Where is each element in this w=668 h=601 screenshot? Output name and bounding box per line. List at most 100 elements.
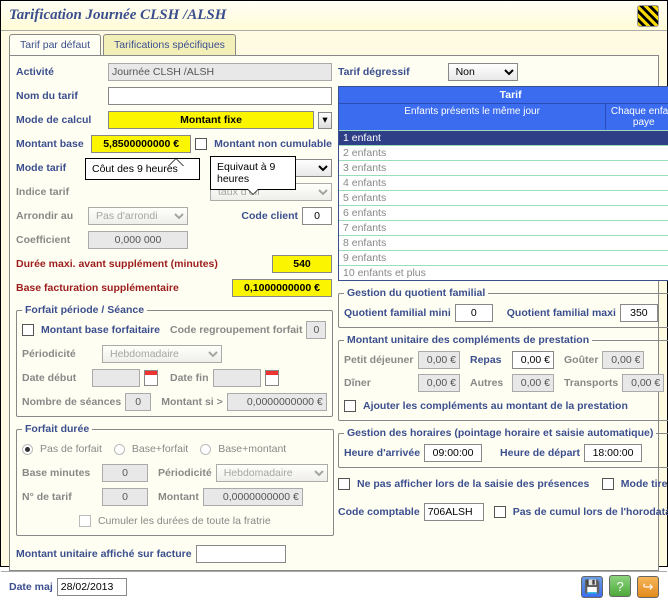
activite-label: Activité [16,66,104,78]
qf-min-label: Quotient familial mini [344,307,451,319]
mode-tirelire-checkbox[interactable] [602,478,614,490]
pas-cumul-label: Pas de cumul lors de l'horodatage [513,506,668,518]
radio-pas-forfait-label: Pas de forfait [40,443,102,455]
montant-base-label: Montant base [16,138,87,150]
radio-base-forfait [114,444,125,455]
autres-label: Autres [470,377,508,389]
date-fin-input [213,369,261,387]
montant-unit-fact-input[interactable] [196,545,286,563]
table-row[interactable]: 10 enfants et plus [339,265,668,280]
horaires-legend: Gestion des horaires (pointage horaire e… [344,427,656,439]
repas-input[interactable] [512,351,554,369]
diner-input [418,374,460,392]
table-row[interactable]: 6 enfants [339,205,668,220]
n-tarif-input [102,488,148,506]
base-fact-input[interactable] [232,279,332,297]
gouter-label: Goûter [564,354,598,366]
calendar-icon[interactable] [144,370,158,386]
table-row[interactable]: 3 enfants [339,160,668,175]
date-maj-input[interactable] [57,578,127,596]
page-title: Tarification Journée CLSH /ALSH [9,7,226,24]
non-cumulable-checkbox[interactable] [195,138,207,150]
degressif-select[interactable]: Non [448,63,518,81]
nb-seances-input [125,393,151,411]
radio-base-montant-label: Base+montant [218,443,286,455]
ajouter-label: Ajouter les compléments au montant de la… [363,400,628,412]
ne-pas-afficher-checkbox[interactable] [338,478,350,490]
table-row[interactable]: 1 enfant [339,130,668,145]
forfait-duree-legend: Forfait durée [22,423,92,435]
calendar-icon[interactable] [265,370,279,386]
montant-si-label: Montant si > [161,396,223,408]
date-fin-label: Date fin [170,372,209,384]
periodicite-select: Hebdomadaire [102,345,222,363]
arrondir-select: Pas d'arrondi [88,207,188,225]
duree-maxi-input[interactable] [272,255,332,273]
heure-arrivee-label: Heure d'arrivée [344,447,420,459]
periodicite2-label: Périodicité [158,467,212,479]
ajouter-checkbox[interactable] [344,400,356,412]
mode-calcul-select[interactable] [108,111,314,129]
cumuler-checkbox [79,515,91,527]
transports-label: Transports [564,377,618,389]
tarif-table-title: Tarif [339,87,668,104]
non-cumulable-label: Montant non cumulable [214,138,332,150]
nb-seances-label: Nombre de séances [22,396,121,408]
periodicite-label: Périodicité [22,348,98,360]
mb-forfaitaire-checkbox[interactable] [22,324,34,336]
date-debut-input [92,369,140,387]
montant-duree-label: Montant [158,491,199,503]
base-fact-label: Base facturation supplémentaire [16,282,179,294]
code-comptable-label: Code comptable [338,506,420,518]
table-row[interactable]: 5 enfants [339,190,668,205]
mb-forfaitaire-label: Montant base forfaitaire [41,324,160,336]
n-tarif-label: N° de tarif [22,491,98,503]
tarif-table: Tarif Enfants présents le même jour Chaq… [338,86,668,281]
qf-max-input[interactable] [620,304,658,322]
code-comptable-input[interactable] [424,503,484,521]
duree-maxi-label: Durée maxi. avant supplément (minutes) [16,258,218,270]
mode-calcul-label: Mode de calcul [16,114,104,126]
pd-input [418,351,460,369]
heure-depart-label: Heure de départ [500,447,580,459]
base-minutes-input [102,464,148,482]
horaires-fieldset: Gestion des horaires (pointage horaire e… [338,427,668,468]
code-client-input[interactable] [302,207,332,225]
code-client-label: Code client [241,210,298,222]
autres-input [512,374,554,392]
nom-tarif-input[interactable] [108,87,332,105]
table-row[interactable]: 4 enfants [339,175,668,190]
app-icon [637,5,659,27]
code-regroup-input [306,321,326,339]
mode-calcul-dropdown-icon[interactable]: ▾ [318,112,332,129]
coefficient-input [88,231,188,249]
arrondir-label: Arrondir au [16,210,84,222]
radio-pas-forfait [22,444,33,455]
qf-legend: Gestion du quotient familial [344,287,488,299]
radio-base-montant [200,444,211,455]
complements-legend: Montant unitaire des compléments de pres… [344,334,592,346]
qf-min-input[interactable] [455,304,493,322]
heure-arrivee-input[interactable] [424,444,482,462]
montant-si-input [227,393,327,411]
table-row[interactable]: 7 enfants [339,220,668,235]
nom-tarif-label: Nom du tarif [16,90,104,102]
diner-label: Dîner [344,377,414,389]
table-row[interactable]: 8 enfants [339,235,668,250]
pas-cumul-checkbox[interactable] [494,506,506,518]
heure-depart-input[interactable] [584,444,642,462]
tab-default[interactable]: Tarif par défaut [9,34,101,55]
callout-cout-9h: Côut des 9 heures [85,158,200,180]
date-debut-label: Date début [22,372,88,384]
coefficient-label: Coefficient [16,234,84,246]
save-icon[interactable]: 💾 [581,576,603,598]
help-icon[interactable]: ? [609,575,631,597]
th-enfants: Enfants présents le même jour [339,104,606,130]
radio-base-forfait-label: Base+forfait [132,443,188,455]
tab-specific[interactable]: Tarifications spécifiques [103,34,236,55]
complements-fieldset: Montant unitaire des compléments de pres… [338,334,668,421]
table-row[interactable]: 9 enfants [339,250,668,265]
table-row[interactable]: 2 enfants [339,145,668,160]
callout-equiv-9h: Equivaut à 9 heures [210,156,296,190]
exit-icon[interactable]: ↪ [637,576,659,598]
